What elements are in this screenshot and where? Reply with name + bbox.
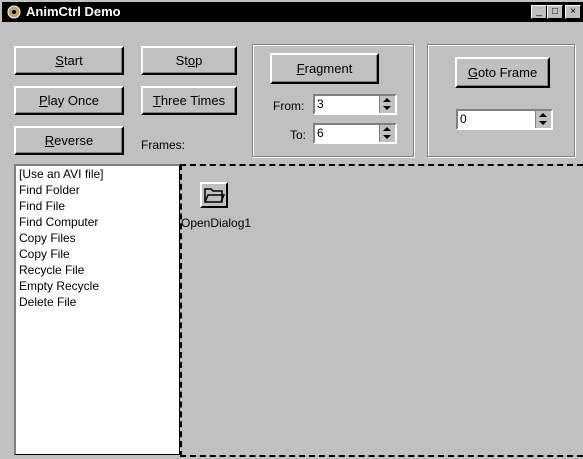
maximize-button[interactable]: □ <box>547 5 563 19</box>
play-once-button[interactable]: Play Once <box>14 86 124 115</box>
from-spinner[interactable]: 3 <box>313 94 397 115</box>
list-item[interactable]: Find Computer <box>16 214 179 230</box>
list-item[interactable]: Copy File <box>16 246 179 262</box>
open-dialog-component[interactable] <box>200 182 228 208</box>
open-dialog-label: OpenDialog1 <box>181 216 252 230</box>
goto-frame-button[interactable]: Goto Frame <box>455 57 550 88</box>
app-window: AnimCtrl Demo _ □ × Start Stop Play Once… <box>0 0 583 459</box>
film-reel-icon <box>7 5 21 19</box>
minimize-button[interactable]: _ <box>531 5 547 19</box>
to-spinner[interactable]: 6 <box>313 123 397 144</box>
spin-up-icon[interactable] <box>383 98 391 102</box>
fragment-button[interactable]: Fragment <box>270 53 379 84</box>
spin-down-icon[interactable] <box>383 106 391 110</box>
title-bar[interactable]: AnimCtrl Demo _ □ × <box>2 2 583 22</box>
list-item[interactable]: Delete File <box>16 294 179 310</box>
spin-up-icon[interactable] <box>539 113 547 117</box>
to-label: To: <box>290 128 307 142</box>
goto-value[interactable]: 0 <box>460 112 467 126</box>
stop-button[interactable]: Stop <box>141 46 237 75</box>
goto-spin-arrows[interactable] <box>535 111 551 128</box>
from-spin-arrows[interactable] <box>379 96 395 113</box>
list-item[interactable]: Find File <box>16 198 179 214</box>
reverse-button[interactable]: Reverse <box>14 126 124 155</box>
spin-down-icon[interactable] <box>383 135 391 139</box>
open-folder-icon <box>204 188 226 203</box>
goto-group: Goto Frame 0 <box>427 44 575 157</box>
animation-listbox[interactable]: [Use an AVI file] Find Folder Find File Fin… <box>14 164 180 455</box>
list-item[interactable]: Empty Recycle <box>16 278 179 294</box>
to-spin-arrows[interactable] <box>379 125 395 142</box>
fragment-group: Fragment From: 3 To: 6 <box>252 44 414 157</box>
three-times-button[interactable]: Three Times <box>141 86 237 115</box>
from-value[interactable]: 3 <box>317 97 324 111</box>
window-title: AnimCtrl Demo <box>26 4 121 19</box>
start-button[interactable]: Start <box>14 46 124 75</box>
list-item[interactable]: Copy Files <box>16 230 179 246</box>
list-item[interactable]: Find Folder <box>16 182 179 198</box>
from-label: From: <box>273 99 305 113</box>
goto-spinner[interactable]: 0 <box>456 109 553 130</box>
spin-down-icon[interactable] <box>539 121 547 125</box>
list-items: [Use an AVI file] Find Folder Find File Fin… <box>16 166 179 310</box>
animation-area[interactable]: OpenDialog1 <box>180 164 583 457</box>
list-item[interactable]: Recycle File <box>16 262 179 278</box>
spin-up-icon[interactable] <box>383 127 391 131</box>
frames-label: Frames: <box>141 138 186 152</box>
close-button[interactable]: × <box>565 5 581 19</box>
list-item[interactable]: [Use an AVI file] <box>16 166 179 182</box>
to-value[interactable]: 6 <box>317 126 324 140</box>
